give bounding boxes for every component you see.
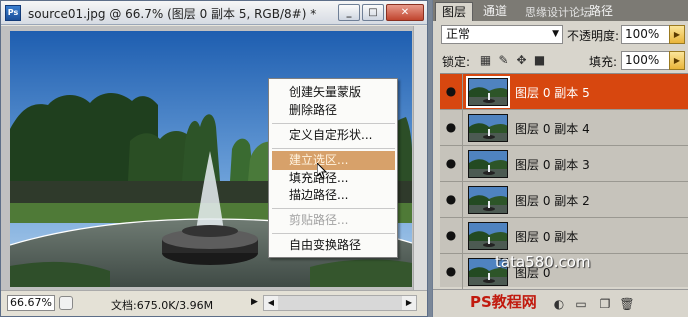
panel-tabs: 图层 通道 路径 思缘设计论坛 — [433, 0, 688, 21]
document-statusbar: 66.67% 文档:675.0K/3.96M ▶ ◀ ▶ — [1, 290, 427, 316]
lock-transparency-icon[interactable]: ▦ — [478, 53, 493, 68]
mouse-cursor-icon — [317, 163, 327, 179]
menu-item-make-selection[interactable]: 建立选区... — [272, 151, 395, 170]
divider — [462, 182, 463, 217]
layer-name[interactable]: 图层 0 副本 — [515, 228, 578, 245]
divider — [462, 218, 463, 253]
tab-channels[interactable]: 通道 — [477, 2, 513, 21]
menu-separator — [272, 123, 395, 124]
new-folder-icon[interactable]: ▭ — [573, 296, 589, 312]
lock-row: 锁定: ▦ ✎ ✥ ■ 填充: 100% ▶ — [433, 50, 688, 72]
site-watermark: tata580.com — [495, 253, 591, 271]
eye-visibility-icon[interactable]: ● — [442, 227, 460, 243]
menu-item-create-vector-mask[interactable]: 创建矢量蒙版 — [272, 83, 395, 102]
eye-visibility-icon[interactable]: ● — [442, 263, 460, 279]
layer-row[interactable]: ● 图层 0 副本 2 — [440, 182, 688, 218]
trash-icon[interactable]: 🗑 — [619, 296, 635, 312]
menu-separator — [272, 233, 395, 234]
layer-row[interactable]: ● 图层 0 副本 3 — [440, 146, 688, 182]
blend-mode-value: 正常 — [446, 27, 471, 41]
layer-name[interactable]: 图层 0 副本 2 — [515, 192, 590, 209]
menu-separator — [272, 208, 395, 209]
layer-name[interactable]: 图层 0 副本 4 — [515, 120, 590, 137]
divider — [462, 254, 463, 289]
menu-item-delete-path[interactable]: 删除路径 — [272, 101, 395, 120]
ps-tutorial-watermark: PS教程网 — [470, 293, 537, 311]
document-info[interactable]: 文档:675.0K/3.96M — [111, 297, 213, 313]
eye-visibility-icon[interactable]: ● — [442, 155, 460, 171]
fill-label: 填充: — [589, 55, 618, 69]
layer-thumbnail — [468, 150, 508, 178]
layer-thumbnail — [468, 114, 508, 142]
scroll-right-icon[interactable]: ▶ — [402, 296, 416, 310]
menu-item-stroke-path[interactable]: 描边路径... — [272, 186, 395, 205]
minimize-button[interactable]: _ — [338, 4, 360, 21]
document-titlebar[interactable]: Ps source01.jpg @ 66.7% (图层 0 副本 5, RGB/… — [1, 1, 427, 25]
forum-watermark: 思缘设计论坛 — [525, 6, 591, 19]
layer-thumbnail — [466, 76, 510, 108]
photoshop-icon: Ps — [5, 5, 21, 21]
window-controls: _ □ ✕ — [336, 4, 424, 21]
blend-mode-select[interactable]: 正常 ▼ — [441, 25, 563, 44]
menu-item-clipping-path: 剪贴路径... — [289, 213, 349, 227]
tab-layers[interactable]: 图层 — [435, 2, 474, 21]
chevron-down-icon: ▼ — [552, 29, 559, 39]
eye-visibility-icon[interactable]: ● — [442, 191, 460, 207]
layer-thumbnail — [468, 222, 508, 250]
zoom-field[interactable]: 66.67% — [7, 295, 55, 311]
divider — [462, 74, 463, 109]
opacity-field[interactable]: 100% — [621, 25, 675, 44]
close-button[interactable]: ✕ — [386, 4, 424, 21]
menu-item-define-custom-shape[interactable]: 定义自定形状... — [272, 126, 395, 145]
vertical-scrollbar[interactable] — [413, 26, 427, 290]
layer-row[interactable]: ● 图层 0 副本 — [440, 218, 688, 254]
layer-thumbnail — [468, 186, 508, 214]
eye-visibility-icon[interactable]: ● — [442, 83, 460, 99]
lock-position-move-icon[interactable]: ✥ — [514, 53, 529, 68]
status-menu-arrow-icon[interactable]: ▶ — [251, 297, 258, 307]
menu-item-free-transform-path[interactable]: 自由变换路径 — [272, 236, 395, 255]
path-context-menu: 创建矢量蒙版 删除路径 定义自定形状... 建立选区... 填充路径... 描边… — [268, 78, 398, 258]
menu-separator — [272, 148, 395, 149]
scroll-left-icon[interactable]: ◀ — [264, 296, 278, 310]
divider — [462, 110, 463, 145]
new-layer-icon[interactable]: ❐ — [597, 296, 613, 312]
eye-visibility-icon[interactable]: ● — [442, 119, 460, 135]
layer-row[interactable]: ● 图层 0 副本 5 — [440, 74, 688, 110]
divider — [462, 146, 463, 181]
opacity-slider-arrow-icon[interactable]: ▶ — [669, 25, 685, 44]
horizontal-scrollbar[interactable]: ◀ ▶ — [263, 295, 417, 311]
fill-field[interactable]: 100% — [621, 51, 675, 70]
layer-name[interactable]: 图层 0 副本 3 — [515, 156, 590, 173]
lock-image-brush-icon[interactable]: ✎ — [496, 53, 511, 68]
layer-row[interactable]: ● 图层 0 副本 4 — [440, 110, 688, 146]
lock-label: 锁定: — [442, 55, 471, 69]
fill-slider-arrow-icon[interactable]: ▶ — [669, 51, 685, 70]
opacity-label: 不透明度: — [567, 29, 620, 43]
zoom-preview-icon[interactable] — [59, 296, 73, 310]
document-title: source01.jpg @ 66.7% (图层 0 副本 5, RGB/8#)… — [28, 7, 317, 21]
restore-button[interactable]: □ — [362, 4, 384, 21]
lock-all-icon[interactable]: ■ — [532, 53, 547, 68]
layer-name[interactable]: 图层 0 副本 5 — [515, 84, 590, 101]
adjustment-layer-icon[interactable]: ◐ — [551, 296, 567, 312]
